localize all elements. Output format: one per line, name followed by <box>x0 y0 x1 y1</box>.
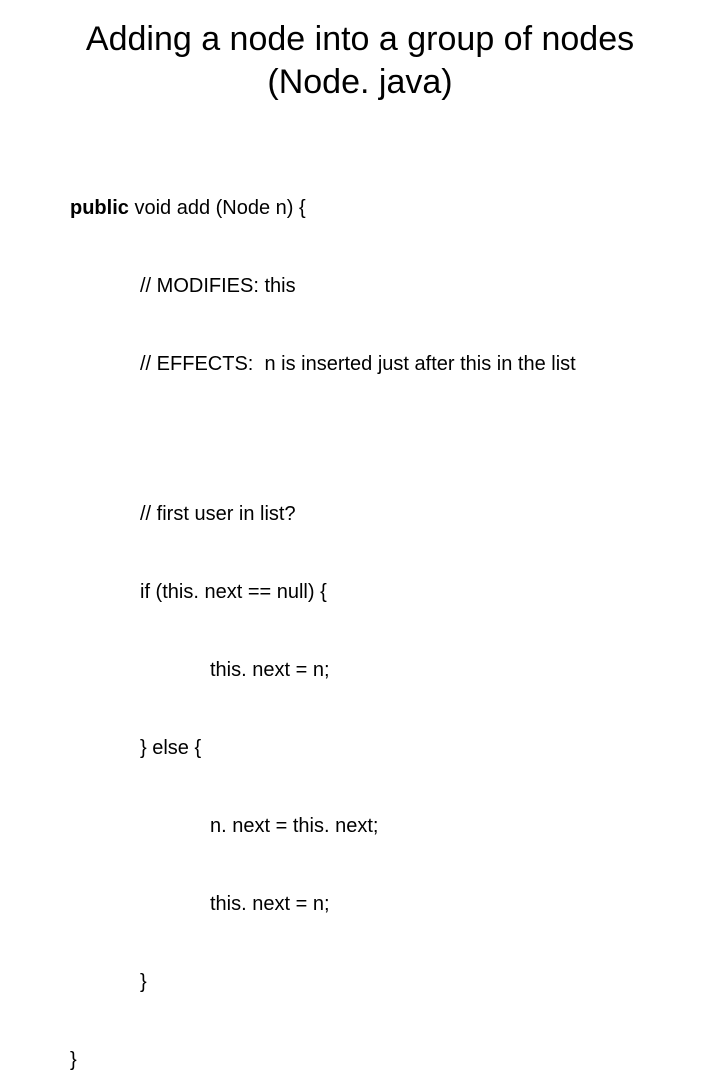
then-body: this. next = n; <box>210 657 670 683</box>
slide-container: Adding a node into a group of nodes (Nod… <box>0 0 720 540</box>
comment-effects: // EFFECTS: n is inserted just after thi… <box>140 351 670 377</box>
else-line: } else { <box>140 735 670 761</box>
comment-modifies: // MODIFIES: this <box>140 273 670 299</box>
else-body-2: this. next = n; <box>210 891 670 917</box>
if-condition: if (this. next == null) { <box>140 579 670 605</box>
code-block: public void add (Node n) { // MODIFIES: … <box>70 143 670 1080</box>
keyword-public: public <box>70 197 129 219</box>
slide-title: Adding a node into a group of nodes (Nod… <box>50 18 670 103</box>
comment-first-user: // first user in list? <box>140 501 670 527</box>
close-if-brace: } <box>140 969 670 995</box>
blank-line <box>70 429 670 449</box>
else-body-1: n. next = this. next; <box>210 813 670 839</box>
signature-rest: void add (Node n) { <box>129 197 306 219</box>
code-signature: public void add (Node n) { <box>70 195 670 221</box>
close-fn-brace: } <box>70 1047 670 1073</box>
